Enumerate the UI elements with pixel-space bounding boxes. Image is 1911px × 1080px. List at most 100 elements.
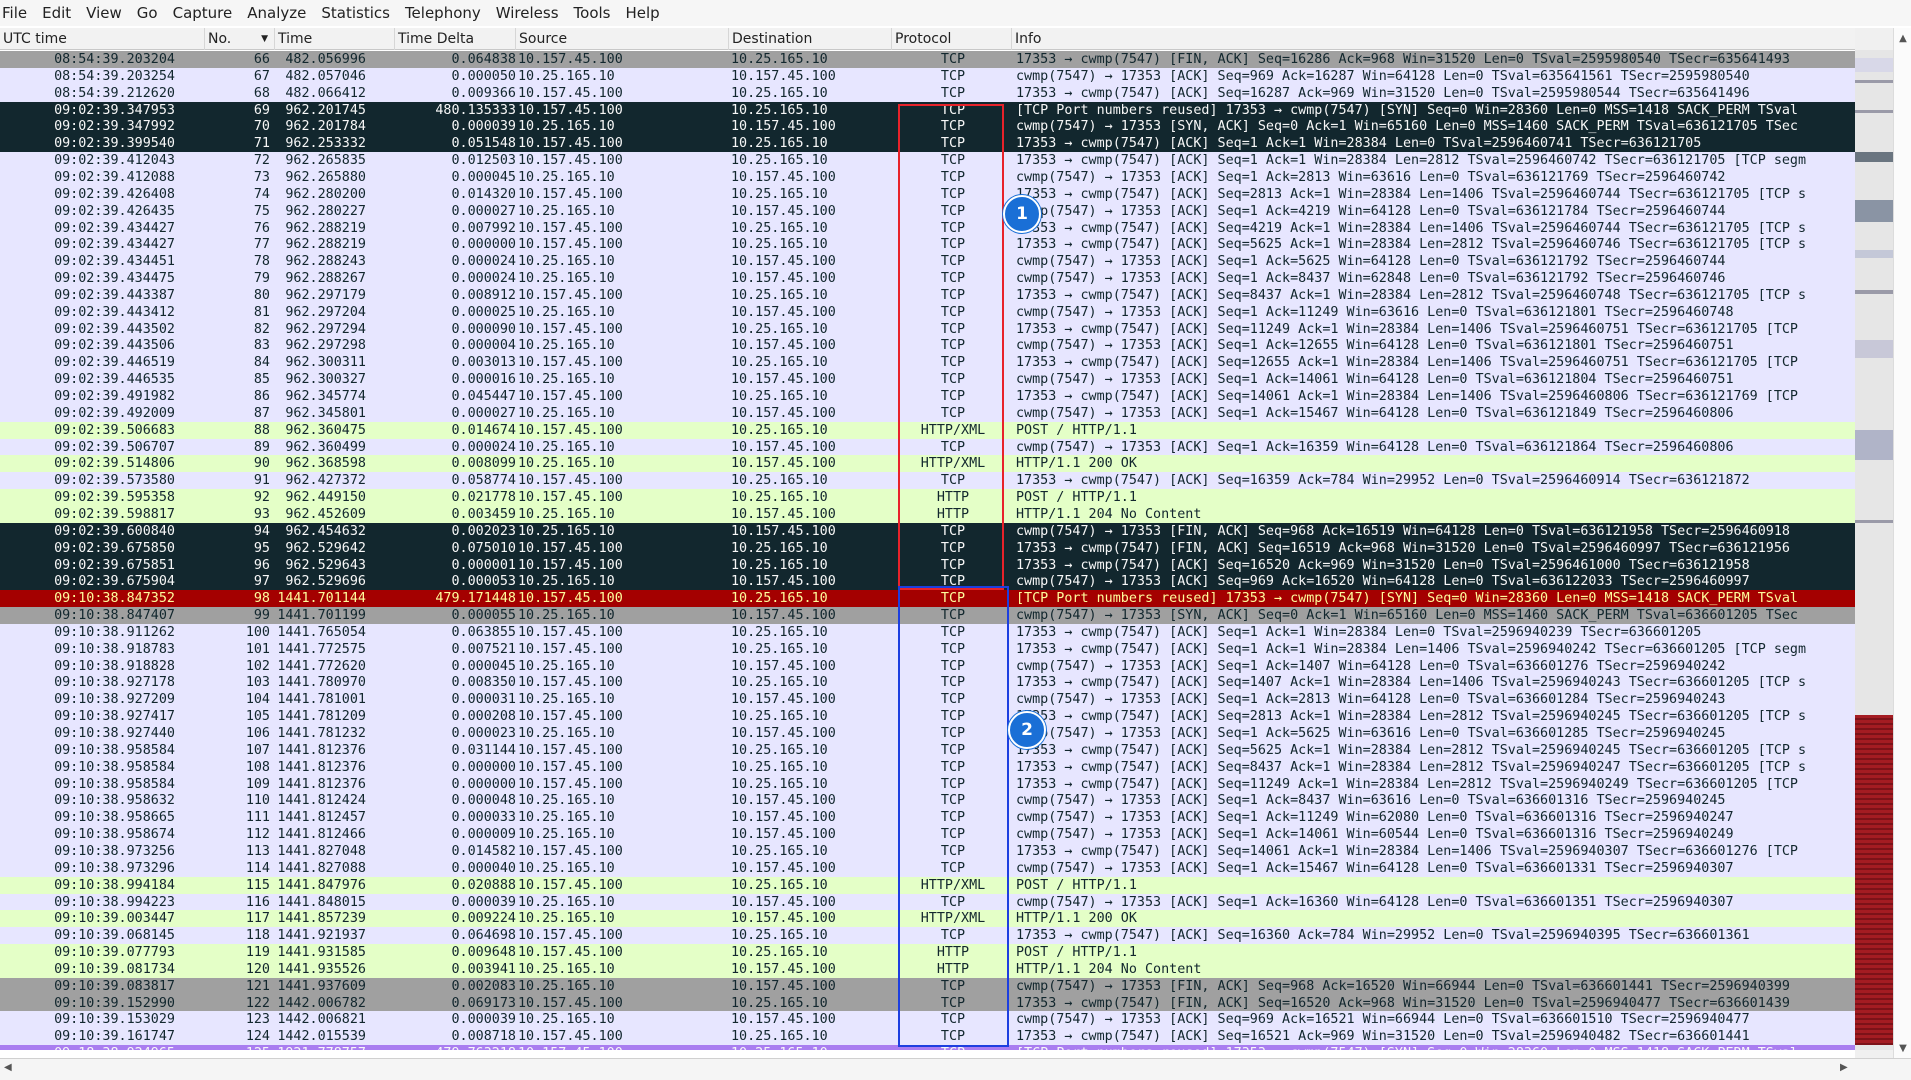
packet-row[interactable]: 09:10:38.994223 116 1441.848015 0.000039 10.…: [0, 893, 1855, 911]
packet-row[interactable]: 09:02:39.434427 77 962.288219 0.000000 10.15…: [0, 236, 1855, 254]
menu-tools[interactable]: Tools: [571, 4, 621, 22]
packet-row[interactable]: 09:02:39.443387 80 962.297179 0.008912 10.15…: [0, 286, 1855, 304]
vertical-scroll-track[interactable]: ▲ ▼: [1893, 28, 1911, 1058]
column-header-destination[interactable]: Destination: [729, 28, 892, 50]
packet-row[interactable]: 09:02:39.492009 87 962.345801 0.000027 10.25…: [0, 404, 1855, 422]
packet-row[interactable]: 09:10:39.077793 119 1441.931585 0.009648 10.…: [0, 944, 1855, 962]
menu-statistics[interactable]: Statistics: [318, 4, 400, 22]
source-cell: 10.157.45.100: [518, 675, 623, 691]
packet-row[interactable]: 09:10:38.927440 106 1441.781232 0.000023 10.…: [0, 725, 1855, 742]
menu-wireless[interactable]: Wireless: [493, 4, 569, 22]
menu-go[interactable]: Go: [134, 4, 168, 22]
packet-row[interactable]: 09:10:39.003447 117 1441.857239 0.009224 10.…: [0, 910, 1855, 928]
packet-list[interactable]: 08:54:39.203204 66 482.056996 0.064838 10.15…: [0, 51, 1855, 1050]
packet-row[interactable]: 09:02:39.347953 69 962.201745 480.135333 10.…: [0, 101, 1855, 119]
packet-row[interactable]: 09:18:38.9249651251921.778757479.7632181…: [0, 1045, 1855, 1050]
packet-row[interactable]: 09:10:38.958674 112 1441.812466 0.000009 10.…: [0, 826, 1855, 844]
packet-row[interactable]: 09:02:39.446535 85 962.300327 0.000016 10.25…: [0, 371, 1855, 389]
packet-row[interactable]: 09:10:38.927209 104 1441.781001 0.000031 10.…: [0, 691, 1855, 709]
scroll-right-icon[interactable]: ▶: [1840, 1062, 1848, 1073]
packet-row[interactable]: 09:02:39.600840 94 962.454632 0.002023 10.25…: [0, 522, 1855, 540]
packet-row[interactable]: 09:10:38.847407 99 1441.701199 0.000055 10.2…: [0, 607, 1855, 625]
column-header-time-delta[interactable]: Time Delta: [395, 28, 516, 50]
packet-row[interactable]: 09:02:39.443412 81 962.297204 0.000025 10.25…: [0, 303, 1855, 321]
time-cell: 1441.827048: [277, 843, 366, 859]
packet-row[interactable]: 09:10:39.161747 124 1442.015539 0.008718 10.…: [0, 1028, 1855, 1046]
packet-row[interactable]: 09:10:38.958584 107 1441.812376 0.031144 10.…: [0, 741, 1855, 759]
packet-row[interactable]: 09:02:39.491982 86 962.345774 0.045447 10.15…: [0, 388, 1855, 405]
source-cell: 10.157.45.100: [518, 389, 623, 404]
packet-row[interactable]: 09:02:39.514806 90 962.368598 0.008099 10.25…: [0, 455, 1855, 473]
packet-row[interactable]: 09:10:38.847352 98 1441.701144 479.171448 10…: [0, 590, 1855, 608]
utc-time-cell: 09:10:38.958674: [54, 827, 175, 843]
time-delta-cell: 0.008099: [451, 456, 517, 472]
column-header-info[interactable]: Info: [1012, 28, 1855, 50]
packet-row[interactable]: 09:02:39.399540 71 962.253332 0.051548 10.15…: [0, 135, 1855, 153]
packet-row[interactable]: 09:02:39.426435 75 962.280227 0.000027 10.25…: [0, 202, 1855, 220]
packet-row[interactable]: 09:02:39.347992 70 962.201784 0.000039 10.25…: [0, 118, 1855, 136]
packet-row[interactable]: 09:10:38.918828 102 1441.772620 0.000045 10.…: [0, 657, 1855, 675]
packet-row[interactable]: 09:02:39.506707 89 962.360499 0.000024 10.25…: [0, 438, 1855, 456]
packet-row[interactable]: 09:10:38.973296 114 1441.827088 0.000040 10.…: [0, 859, 1855, 877]
menu-capture[interactable]: Capture: [170, 4, 243, 22]
packet-row[interactable]: 09:02:39.412043 72 962.265835 0.012503 10.15…: [0, 152, 1855, 170]
packet-row[interactable]: 09:10:39.152990 122 1442.006782 0.069173 10.…: [0, 994, 1855, 1012]
menu-view[interactable]: View: [83, 4, 132, 22]
column-header-source[interactable]: Source: [516, 28, 729, 50]
destination-cell: 10.25.165.10: [731, 186, 828, 202]
packet-row[interactable]: 09:02:39.595358 92 962.449150 0.021778 10.15…: [0, 489, 1855, 507]
packet-row[interactable]: 09:02:39.446519 84 962.300311 0.003013 10.15…: [0, 354, 1855, 372]
packet-row[interactable]: 09:10:39.083817 121 1441.937609 0.002083 10.…: [0, 977, 1855, 995]
horizontal-scrollbar[interactable]: ◀ ▶: [0, 1058, 1911, 1080]
menu-telephony[interactable]: Telephony: [402, 4, 491, 22]
packet-row[interactable]: 08:54:39.203254 67 482.057046 0.000050 10.25…: [0, 67, 1855, 85]
packet-minimap[interactable]: [1855, 50, 1893, 1050]
packet-row[interactable]: 09:10:38.994184 115 1441.847976 0.020888 10.…: [0, 876, 1855, 894]
destination-cell: 10.157.45.100: [731, 506, 836, 522]
packet-row[interactable]: 09:10:38.927417 105 1441.781209 0.000208 10.…: [0, 708, 1855, 726]
packet-row[interactable]: 09:10:38.973256 113 1441.827048 0.014582 10.…: [0, 842, 1855, 860]
scroll-down-icon[interactable]: ▼: [1896, 1042, 1910, 1056]
menu-analyze[interactable]: Analyze: [244, 4, 316, 22]
packet-row[interactable]: 09:02:39.506683 88 962.360475 0.014674 10.15…: [0, 421, 1855, 439]
packet-row[interactable]: 09:10:39.153029 123 1442.006821 0.000039 10.…: [0, 1011, 1855, 1029]
packet-row[interactable]: 09:10:38.918783 101 1441.772575 0.007521 10.…: [0, 640, 1855, 658]
time-delta-cell: 0.000024: [451, 254, 517, 270]
column-header-protocol[interactable]: Protocol: [892, 28, 1012, 50]
packet-row[interactable]: 09:10:38.958584 109 1441.812376 0.000000 10.…: [0, 775, 1855, 793]
packet-row[interactable]: 09:10:38.958584 108 1441.812376 0.000000 10.…: [0, 758, 1855, 776]
packet-list-scrollbar[interactable]: ▲ ▼: [1855, 28, 1911, 1058]
packet-row[interactable]: 09:02:39.443502 82 962.297294 0.000090 10.15…: [0, 320, 1855, 338]
packet-row[interactable]: 09:02:39.412088 73 962.265880 0.000045 10.25…: [0, 168, 1855, 186]
packet-row[interactable]: 09:02:39.434475 79 962.288267 0.000024 10.25…: [0, 270, 1855, 288]
packet-row[interactable]: 08:54:39.203204 66 482.056996 0.064838 10.15…: [0, 51, 1855, 68]
scroll-up-icon[interactable]: ▲: [1896, 32, 1910, 46]
packet-row[interactable]: 09:02:39.426408 74 962.280200 0.014320 10.15…: [0, 185, 1855, 203]
packet-row[interactable]: 09:10:39.068145 118 1441.921937 0.064698 10.…: [0, 927, 1855, 945]
destination-cell: 10.25.165.10: [731, 776, 828, 792]
column-header-no[interactable]: No. ▼: [205, 28, 275, 50]
destination-cell: 10.25.165.10: [731, 355, 828, 371]
packet-row[interactable]: 09:02:39.675851 96 962.529643 0.000001 10.15…: [0, 556, 1855, 574]
menu-file[interactable]: File: [0, 4, 37, 22]
packet-row[interactable]: 09:02:39.434451 78 962.288243 0.000024 10.25…: [0, 253, 1855, 271]
column-header-time[interactable]: Time: [275, 28, 395, 50]
packet-row[interactable]: 08:54:39.212620 68 482.066412 0.009366 10.15…: [0, 84, 1855, 102]
destination-cell: 10.25.165.10: [731, 843, 828, 859]
packet-row[interactable]: 09:02:39.598817 93 962.452609 0.003459 10.25…: [0, 505, 1855, 523]
packet-row[interactable]: 09:02:39.675904 97 962.529696 0.000053 10.25…: [0, 573, 1855, 591]
packet-row[interactable]: 09:02:39.434427 76 962.288219 0.007992 10.15…: [0, 219, 1855, 237]
packet-row[interactable]: 09:10:38.911262 100 1441.765054 0.063855 10.…: [0, 623, 1855, 641]
packet-row[interactable]: 09:02:39.675850 95 962.529642 0.075010 10.15…: [0, 539, 1855, 557]
menu-help[interactable]: Help: [622, 4, 669, 22]
packet-row[interactable]: 09:10:38.958665 111 1441.812457 0.000033 10.…: [0, 809, 1855, 827]
packet-row[interactable]: 09:02:39.573580 91 962.427372 0.058774 10.15…: [0, 472, 1855, 490]
packet-row[interactable]: 09:02:39.443506 83 962.297298 0.000004 10.25…: [0, 337, 1855, 355]
scroll-left-icon[interactable]: ◀: [4, 1062, 12, 1073]
column-header-utc-time[interactable]: UTC time: [0, 28, 205, 50]
packet-row[interactable]: 09:10:38.927178 103 1441.780970 0.008350 10.…: [0, 674, 1855, 692]
packet-row[interactable]: 09:10:39.081734 120 1441.935526 0.003941 10.…: [0, 960, 1855, 978]
source-cell: 10.25.165.10: [518, 203, 615, 219]
packet-row[interactable]: 09:10:38.958632 110 1441.812424 0.000048 10.…: [0, 792, 1855, 810]
menu-edit[interactable]: Edit: [39, 4, 81, 22]
